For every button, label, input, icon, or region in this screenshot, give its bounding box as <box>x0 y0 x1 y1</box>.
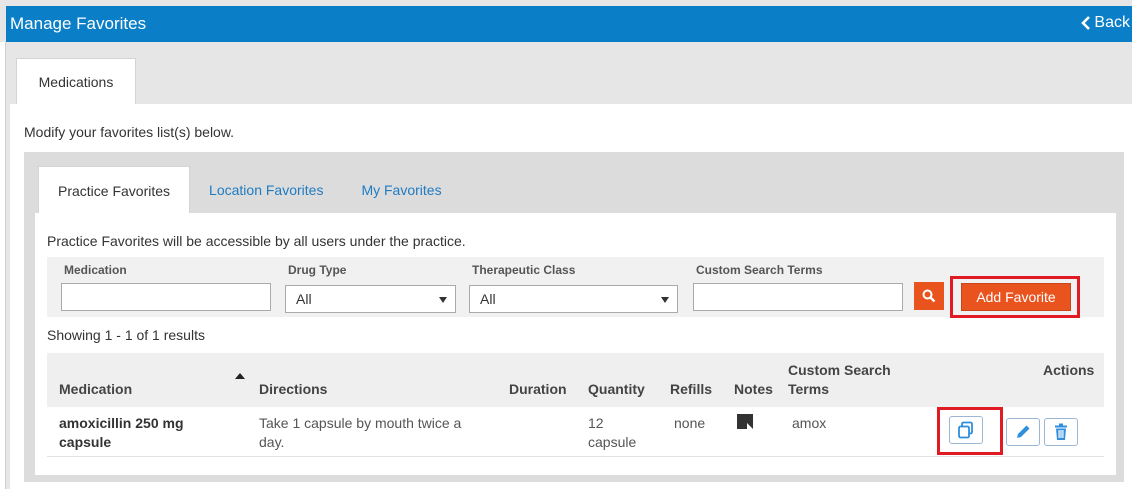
tab-medications-label: Medications <box>38 74 114 90</box>
chevron-left-icon <box>1081 16 1091 30</box>
sort-asc-icon[interactable] <box>235 373 245 379</box>
cell-directions-line2: day. <box>259 434 285 450</box>
search-button[interactable] <box>914 282 944 310</box>
page: Manage Favorites Back Medications Modify… <box>0 0 1132 489</box>
intro-text: Modify your favorites list(s) below. <box>24 124 235 140</box>
note-icon[interactable] <box>737 414 753 429</box>
favorites-tabs: Practice Favorites Location Favorites My… <box>38 166 461 214</box>
app-header: Manage Favorites Back <box>6 6 1132 42</box>
col-duration: Duration <box>509 381 567 397</box>
copy-icon <box>958 421 973 439</box>
tab-my-favorites[interactable]: My Favorites <box>342 166 460 214</box>
therapeutic-class-select[interactable]: All <box>469 285 678 313</box>
back-label: Back <box>1094 14 1130 31</box>
chevron-down-icon <box>439 297 447 303</box>
custom-search-terms-label: Custom Search Terms <box>696 263 823 277</box>
col-custom-search-terms: Terms <box>788 381 829 397</box>
medication-filter-label: Medication <box>64 263 127 277</box>
cell-quantity-line1: 12 <box>588 415 604 431</box>
cell-refills: none <box>674 415 706 431</box>
col-quantity: Quantity <box>588 381 645 397</box>
table-header: Medication Directions Duration Quantity … <box>47 353 1104 407</box>
practice-favorites-panel: Practice Favorites will be accessible by… <box>35 213 1116 475</box>
copy-highlight <box>937 407 1003 455</box>
custom-search-terms-input[interactable] <box>693 283 903 311</box>
results-count: Showing 1 - 1 of 1 results <box>47 327 205 343</box>
col-custom-search: Custom Search <box>788 362 891 378</box>
search-icon <box>922 289 936 303</box>
delete-button[interactable] <box>1044 418 1078 446</box>
tab-medications[interactable]: Medications <box>16 58 136 105</box>
pencil-icon <box>1017 425 1030 438</box>
add-favorite-button[interactable]: Add Favorite <box>961 283 1071 311</box>
table-row: amoxicillin 250 mg capsule Take 1 capsul… <box>47 407 1104 457</box>
trash-icon <box>1055 423 1067 440</box>
tab-practice-favorites-label: Practice Favorites <box>58 182 171 199</box>
col-refills: Refills <box>670 381 713 397</box>
back-button[interactable]: Back <box>1081 14 1130 32</box>
medication-filter-input[interactable] <box>61 283 271 311</box>
copy-button[interactable] <box>949 416 983 444</box>
favorites-container: Practice Favorites Location Favorites My… <box>24 152 1124 482</box>
drug-type-label: Drug Type <box>288 263 347 277</box>
col-directions: Directions <box>259 381 328 397</box>
cell-medication-line2: capsule <box>59 434 112 450</box>
drug-type-value: All <box>296 291 312 307</box>
cell-custom-search-terms: amox <box>792 415 827 431</box>
page-title: Manage Favorites <box>10 14 147 33</box>
results-table: Medication Directions Duration Quantity … <box>47 353 1104 457</box>
col-actions: Actions <box>1043 362 1095 378</box>
drug-type-select[interactable]: All <box>285 285 456 313</box>
col-notes: Notes <box>734 381 773 397</box>
col-medication[interactable]: Medication <box>59 381 132 397</box>
chevron-down-icon <box>661 297 669 303</box>
filter-bar: Medication Drug Type All Therapeutic Cla… <box>47 257 1104 318</box>
medications-panel: Modify your favorites list(s) below. Pra… <box>10 104 1132 489</box>
left-edge-strip <box>0 42 6 489</box>
add-favorite-highlight: Add Favorite <box>950 276 1080 318</box>
cell-medication-line1: amoxicillin 250 mg <box>59 415 184 431</box>
tab-practice-favorites[interactable]: Practice Favorites <box>38 166 191 214</box>
tab-location-favorites-label: Location Favorites <box>209 182 324 198</box>
therapeutic-class-label: Therapeutic Class <box>472 263 576 277</box>
tab-description: Practice Favorites will be accessible by… <box>47 233 466 249</box>
cell-quantity-line2: capsule <box>588 434 637 450</box>
tab-location-favorites[interactable]: Location Favorites <box>190 166 342 214</box>
edit-button[interactable] <box>1006 418 1040 446</box>
tab-my-favorites-label: My Favorites <box>361 182 442 198</box>
therapeutic-class-value: All <box>480 291 496 307</box>
cell-directions-line1: Take 1 capsule by mouth twice a <box>259 415 462 431</box>
